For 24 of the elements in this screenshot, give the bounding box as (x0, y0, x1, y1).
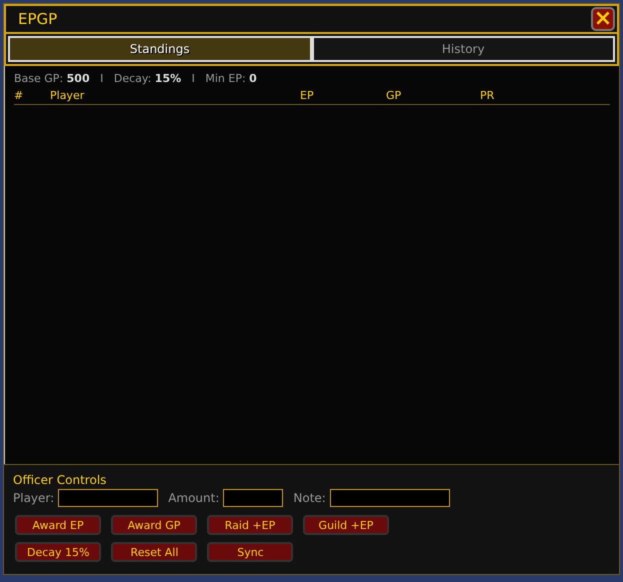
settings-summary: Base GP: 500 I Decay: 15% I Min EP: 0 (14, 72, 258, 85)
action-button[interactable]: Decay 15% (15, 542, 102, 562)
window-title: EPGP (18, 10, 58, 28)
column-header: EP (300, 89, 315, 102)
column-header: Player (50, 89, 86, 102)
action-button[interactable]: Guild +EP (303, 515, 389, 535)
tab[interactable]: History (312, 36, 615, 62)
action-button[interactable]: Sync (207, 542, 294, 562)
field-label: Player: (13, 491, 54, 505)
tab[interactable]: Standings (8, 36, 312, 62)
section-title: Officer Controls (13, 473, 108, 487)
action-button[interactable]: Reset All (111, 542, 198, 562)
field-label: Amount: (168, 491, 220, 505)
input-field[interactable] (330, 489, 450, 507)
action-button[interactable]: Award EP (15, 515, 101, 535)
column-header: GP (386, 89, 402, 102)
action-button[interactable]: Raid +EP (207, 515, 293, 535)
close-button[interactable]: × (591, 7, 615, 31)
input-field[interactable] (58, 489, 158, 507)
action-button[interactable]: Award GP (111, 515, 197, 535)
column-header: # (14, 89, 24, 102)
field-label: Note: (293, 491, 326, 505)
column-header: PR (480, 89, 494, 102)
input-field[interactable] (223, 489, 284, 507)
